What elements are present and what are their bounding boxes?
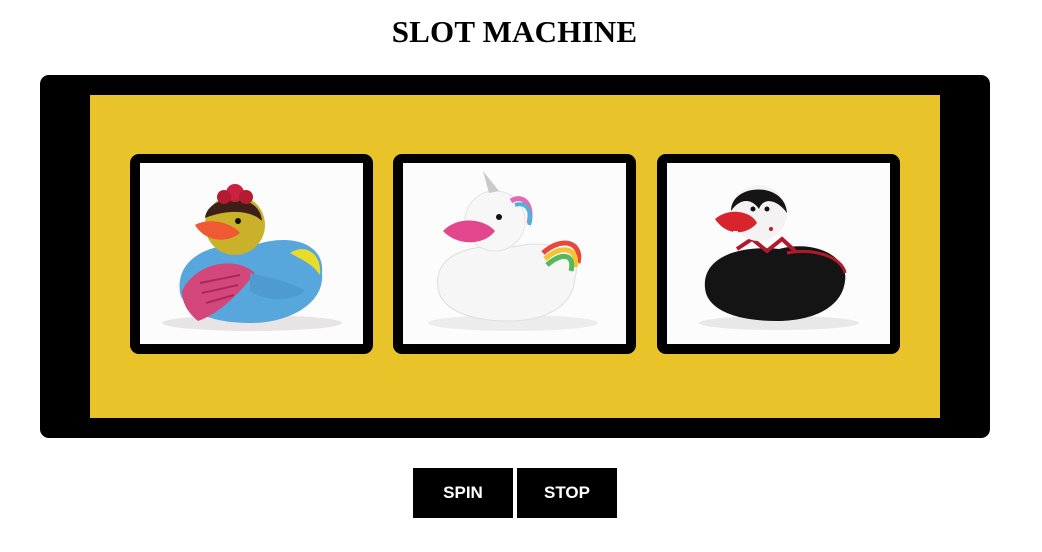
reel-panel: [90, 95, 940, 418]
reel-3-window: [667, 163, 890, 344]
reel-2-window: [403, 163, 626, 344]
frida-duck-icon: [162, 184, 342, 331]
reel-2: [393, 154, 636, 354]
spin-button[interactable]: SPIN: [413, 468, 513, 518]
unicorn-duck-icon: [428, 171, 598, 331]
control-buttons: SPIN STOP: [413, 468, 617, 518]
slot-machine-frame: [40, 75, 990, 438]
reel-1-window: [140, 163, 363, 344]
reel-1: [130, 154, 373, 354]
reel-3: [657, 154, 900, 354]
vampire-duck-icon: [699, 185, 859, 330]
page-title: SLOT MACHINE: [391, 14, 638, 49]
stop-button[interactable]: STOP: [517, 468, 617, 518]
